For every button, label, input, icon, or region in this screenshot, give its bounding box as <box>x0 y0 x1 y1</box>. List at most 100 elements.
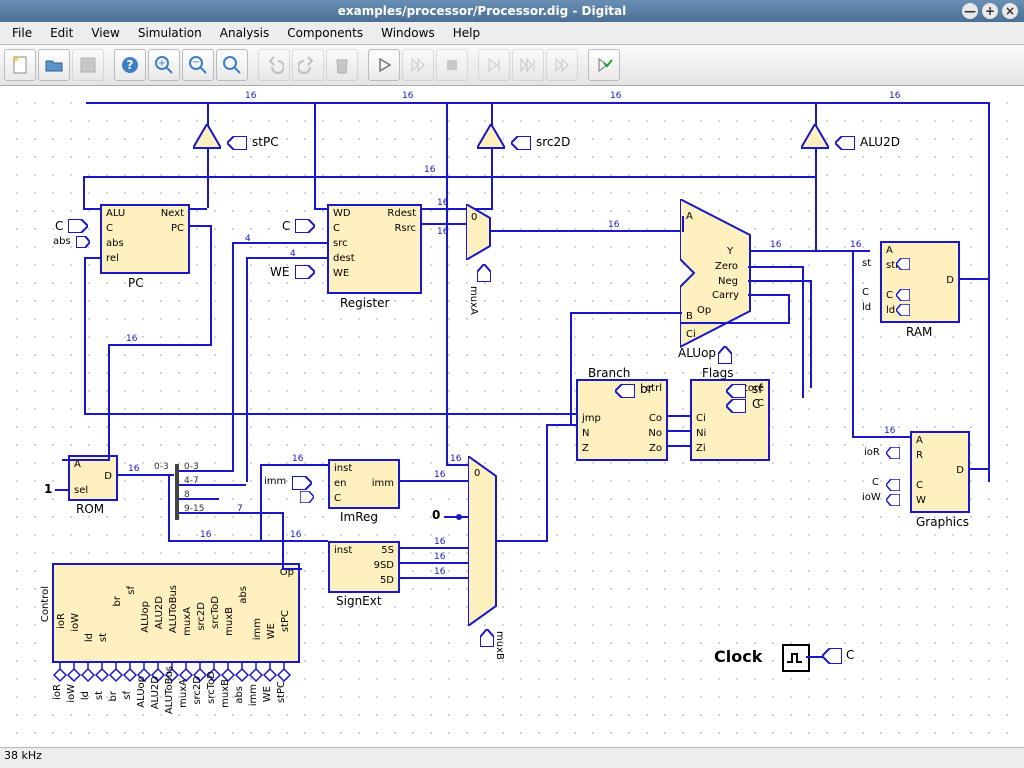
bus-width: 16 <box>434 537 445 547</box>
control-tunnel-muxa: muxA <box>178 679 189 708</box>
svg-text:+: + <box>158 58 166 69</box>
tunnel-c: C <box>55 219 63 233</box>
rom-block[interactable]: A sel D <box>68 455 118 501</box>
bus-width: 16 <box>434 470 445 480</box>
signext-block[interactable]: inst 5S 9SD 5D <box>328 541 400 593</box>
maximize-button[interactable]: + <box>982 3 998 19</box>
run-button[interactable] <box>368 49 400 81</box>
register-name: Register <box>340 296 389 310</box>
menu-windows[interactable]: Windows <box>373 24 443 42</box>
redo-button[interactable] <box>292 49 324 81</box>
step-all-button[interactable] <box>512 49 544 81</box>
flags-port-ci: Ci <box>696 413 706 424</box>
tunnel-in-icon <box>227 136 247 150</box>
pc-name: PC <box>128 276 144 290</box>
circuit-canvas[interactable]: stPC src2D ALU2D 16 16 16 16 16 ALU C ab… <box>0 86 1024 747</box>
clock-component[interactable] <box>782 644 810 672</box>
trash-icon <box>332 55 352 75</box>
gfx-name: Graphics <box>916 515 969 529</box>
menu-help[interactable]: Help <box>445 24 488 42</box>
signext-port-9sd: 9SD <box>374 560 394 571</box>
tunnel-imm: imm <box>264 476 286 487</box>
gfx-port-a: A <box>916 435 923 446</box>
menu-file[interactable]: File <box>4 24 40 42</box>
branch-port-z: Z <box>582 443 589 454</box>
control-out-src2d: src2D <box>196 602 207 631</box>
control-out-imm: imm <box>252 618 263 640</box>
folder-open-icon <box>44 55 64 75</box>
help-button[interactable]: ? <box>114 49 146 81</box>
tunnel-in-icon <box>886 494 900 506</box>
muxa[interactable]: 0 <box>466 204 502 260</box>
run-break-icon <box>552 55 572 75</box>
imreg-port-c: C <box>334 493 341 504</box>
fast-forward-button[interactable] <box>402 49 434 81</box>
menu-simulation[interactable]: Simulation <box>130 24 210 42</box>
control-out-ld: ld <box>84 633 95 642</box>
tunnel-in-icon <box>896 289 910 301</box>
tunnel-in-icon <box>896 304 910 316</box>
tunnel-we: WE <box>270 265 289 279</box>
redo-icon <box>298 55 318 75</box>
test-button[interactable] <box>588 49 620 81</box>
control-out-we: WE <box>266 623 277 639</box>
delete-button[interactable] <box>326 49 358 81</box>
ram-block[interactable]: A str C ld D <box>880 241 960 323</box>
tunnel-up-icon <box>477 264 491 282</box>
control-tunnel-imm: imm <box>248 684 259 706</box>
new-file-icon <box>10 55 30 75</box>
menu-analysis[interactable]: Analysis <box>212 24 277 42</box>
tunnel-up-icon <box>718 346 732 364</box>
stop-button[interactable] <box>436 49 468 81</box>
stop-icon <box>442 55 462 75</box>
tunnel-in-icon <box>726 384 746 398</box>
reg-port-c: C <box>333 223 340 234</box>
alu-port-op: Op <box>697 305 711 316</box>
control-tunnel-aluop: ALUop <box>136 676 147 708</box>
branch-name: Branch <box>588 366 630 380</box>
menu-view[interactable]: View <box>83 24 127 42</box>
control-out-absjmp: abs <box>238 586 249 604</box>
imreg-port-imm: imm <box>372 478 394 489</box>
open-button[interactable] <box>38 49 70 81</box>
imreg-name: ImReg <box>340 510 378 524</box>
minimize-button[interactable]: — <box>962 3 978 19</box>
pc-port-c: C <box>106 223 113 234</box>
graphics-block[interactable]: A R C W D <box>910 431 970 513</box>
bus-width-7: 7 <box>237 504 243 514</box>
zoom-in-button[interactable]: + <box>148 49 180 81</box>
menu-components[interactable]: Components <box>279 24 371 42</box>
svg-text:−: − <box>192 57 200 68</box>
rom-name: ROM <box>76 502 104 516</box>
imreg-port-inst: inst <box>334 463 352 474</box>
new-button[interactable] <box>4 49 36 81</box>
control-tunnel-stpc: stPC <box>276 681 287 703</box>
tunnel-in-icon <box>295 265 315 279</box>
tunnel-abs-label: abs <box>53 236 71 247</box>
close-button[interactable]: × <box>1002 3 1018 19</box>
zoom-fit-button[interactable] <box>216 49 248 81</box>
flags-port-ni: Ni <box>696 428 706 439</box>
step-button[interactable] <box>478 49 510 81</box>
tunnel-in-icon <box>726 399 746 413</box>
control-out-branch: br <box>112 596 123 606</box>
pc-block[interactable]: ALU C abs rel Next PC <box>100 204 190 274</box>
tunnel-c: C <box>862 287 869 298</box>
tunnel-in-icon <box>835 136 855 150</box>
imreg-block[interactable]: inst en C imm <box>328 459 400 509</box>
register-block[interactable]: WD C src dest WE Rdest Rsrc <box>327 204 422 294</box>
control-out-muxb: muxB <box>224 607 235 636</box>
bus-width: 16 <box>770 240 781 250</box>
help-icon: ? <box>120 55 140 75</box>
run-to-break-button[interactable] <box>546 49 578 81</box>
menu-edit[interactable]: Edit <box>42 24 81 42</box>
control-out-aluop: ALUop <box>140 601 151 633</box>
tunnel-in-icon <box>896 258 910 270</box>
tunnel-in-icon <box>615 384 635 398</box>
reg-port-wd: WD <box>333 208 351 219</box>
rom-port-sel: sel <box>74 485 88 496</box>
undo-button[interactable] <box>258 49 290 81</box>
save-button[interactable] <box>72 49 104 81</box>
zoom-out-button[interactable]: − <box>182 49 214 81</box>
control-tunnel-srctod: srcToD <box>206 671 217 704</box>
